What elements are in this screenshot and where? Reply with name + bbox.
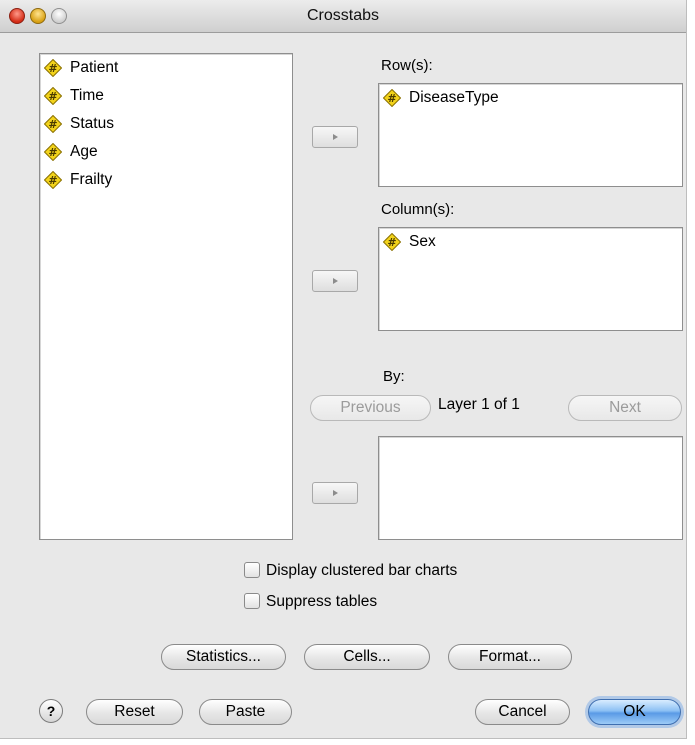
svg-text:#: # (387, 92, 396, 105)
numeric-variable-icon: # (382, 88, 402, 108)
crosstabs-dialog: Crosstabs # Patient # Time # Status # Age # Frail… (0, 0, 687, 739)
clustered-bar-charts-label: Display clustered bar charts (266, 562, 458, 579)
variable-list-item[interactable]: # Status (40, 110, 292, 138)
window-title: Crosstabs (306, 7, 380, 24)
variable-label: Frailty (70, 171, 113, 188)
previous-layer-button[interactable]: Previous (310, 395, 431, 421)
variable-label: Patient (70, 59, 119, 76)
clustered-bar-charts-checkbox[interactable] (244, 562, 260, 578)
cancel-button[interactable]: Cancel (475, 699, 570, 725)
variable-list-item[interactable]: # Time (40, 82, 292, 110)
svg-text:#: # (48, 146, 57, 159)
numeric-variable-icon: # (43, 142, 63, 162)
rows-list[interactable]: # DiseaseType (378, 83, 683, 187)
columns-list[interactable]: # Sex (378, 227, 683, 331)
numeric-variable-icon: # (382, 232, 402, 252)
layer-list[interactable] (378, 436, 683, 540)
variable-list-item[interactable]: # Age (40, 138, 292, 166)
variable-list-item[interactable]: # DiseaseType (379, 84, 682, 112)
variable-list-item[interactable]: # Sex (379, 228, 682, 256)
rows-label: Row(s): (381, 57, 433, 74)
variable-label: Time (70, 87, 104, 104)
right-arrow-icon (333, 490, 338, 496)
help-button[interactable]: ? (39, 699, 63, 723)
svg-text:#: # (48, 118, 57, 131)
move-to-layer-button[interactable] (312, 482, 358, 504)
variable-label: DiseaseType (409, 89, 499, 106)
paste-button[interactable]: Paste (199, 699, 292, 725)
variable-list-item[interactable]: # Frailty (40, 166, 292, 194)
numeric-variable-icon: # (43, 86, 63, 106)
svg-text:#: # (48, 174, 57, 187)
variable-label: Status (70, 115, 114, 132)
columns-label: Column(s): (381, 201, 455, 218)
right-arrow-icon (333, 134, 338, 140)
cells-button[interactable]: Cells... (304, 644, 430, 670)
move-to-columns-button[interactable] (312, 270, 358, 292)
source-variable-list[interactable]: # Patient # Time # Status # Age # Frailty (39, 53, 293, 540)
statistics-button[interactable]: Statistics... (161, 644, 286, 670)
suppress-tables-label: Suppress tables (266, 593, 378, 610)
svg-text:#: # (48, 90, 57, 103)
suppress-tables-checkbox[interactable] (244, 593, 260, 609)
next-layer-button[interactable]: Next (568, 395, 682, 421)
variable-label: Age (70, 143, 98, 160)
variable-list-item[interactable]: # Patient (40, 54, 292, 82)
reset-button[interactable]: Reset (86, 699, 183, 725)
svg-text:#: # (387, 236, 396, 249)
svg-text:#: # (48, 62, 57, 75)
variable-label: Sex (409, 233, 436, 250)
title-bar: Crosstabs (0, 0, 686, 33)
move-to-rows-button[interactable] (312, 126, 358, 148)
numeric-variable-icon: # (43, 114, 63, 134)
layer-status-text: Layer 1 of 1 (438, 396, 520, 413)
format-button[interactable]: Format... (448, 644, 572, 670)
right-arrow-icon (333, 278, 338, 284)
layer-by-label: By: (383, 368, 405, 385)
numeric-variable-icon: # (43, 170, 63, 190)
ok-button[interactable]: OK (588, 699, 681, 725)
numeric-variable-icon: # (43, 58, 63, 78)
